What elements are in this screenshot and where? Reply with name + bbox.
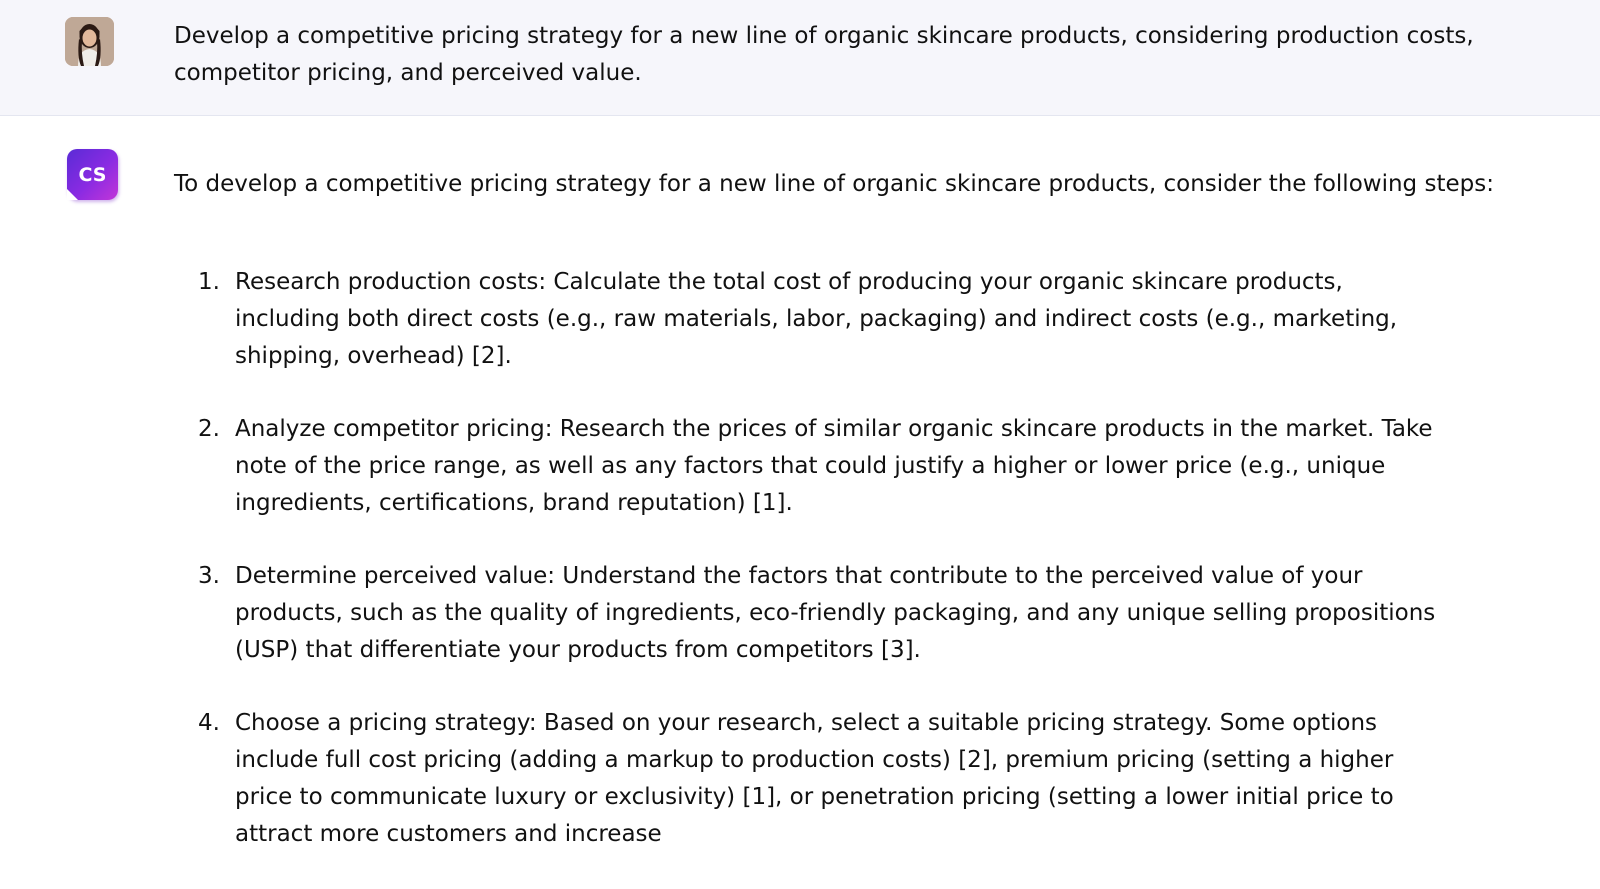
step-text: Choose a pricing strategy: Based on your…: [235, 710, 1394, 847]
list-item: 2. Analyze competitor pricing: Research …: [198, 411, 1443, 522]
step-number: 3.: [198, 563, 220, 589]
list-item: 1. Research production costs: Calculate …: [198, 264, 1443, 375]
list-item: 3. Determine perceived value: Understand…: [198, 558, 1443, 669]
assistant-avatar: CS: [67, 149, 118, 200]
user-message: Develop a competitive pricing strategy f…: [0, 0, 1600, 116]
user-message-text: Develop a competitive pricing strategy f…: [174, 23, 1474, 86]
steps-list: 1. Research production costs: Calculate …: [198, 264, 1443, 889]
step-text: Determine perceived value: Understand th…: [235, 563, 1436, 663]
user-avatar-image: [65, 17, 114, 66]
assistant-intro-text: To develop a competitive pricing strateg…: [174, 171, 1494, 197]
user-avatar: [65, 17, 114, 66]
step-number: 1.: [198, 269, 220, 295]
assistant-avatar-label: CS: [78, 163, 107, 186]
list-item: 4. Choose a pricing strategy: Based on y…: [198, 705, 1443, 853]
step-number: 2.: [198, 416, 220, 442]
step-number: 4.: [198, 710, 220, 736]
step-text: Research production costs: Calculate the…: [235, 269, 1398, 369]
step-text: Analyze competitor pricing: Research the…: [235, 416, 1433, 516]
